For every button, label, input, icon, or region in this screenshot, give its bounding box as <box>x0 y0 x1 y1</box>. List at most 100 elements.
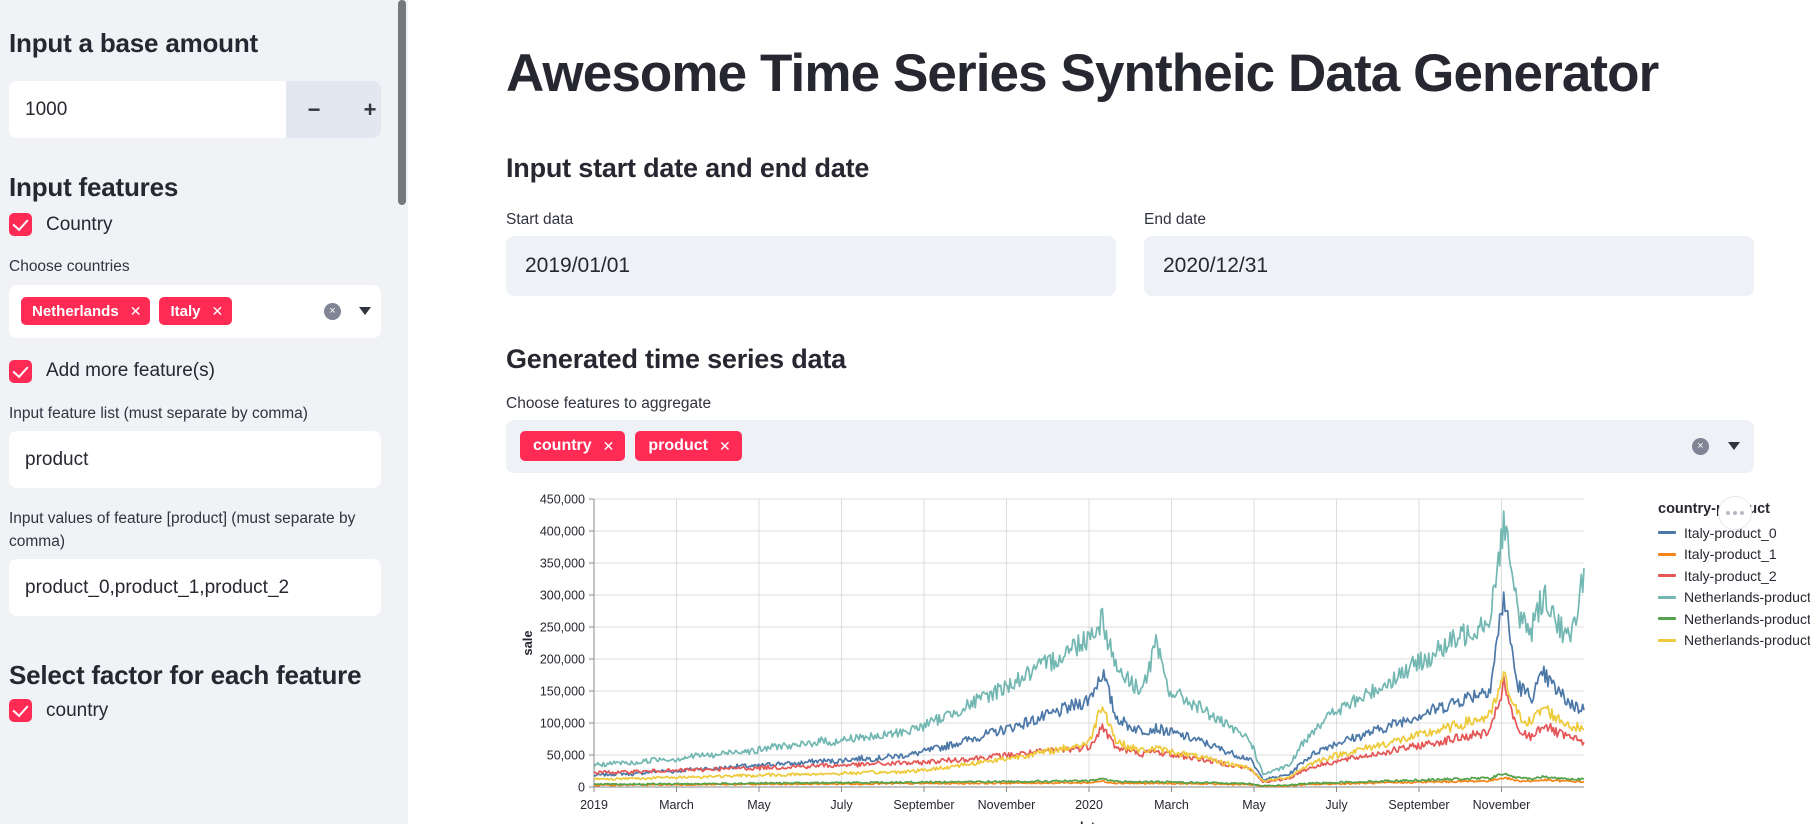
select-factor-heading: Select factor for each feature <box>9 660 362 691</box>
country-checkbox-label: Country <box>46 213 113 235</box>
start-date-label: Start data <box>506 211 574 229</box>
chip-label: Netherlands <box>32 302 119 320</box>
legend-items: Italy-product_0 Italy-product_1 Italy-prod… <box>1658 525 1810 648</box>
main-content: Awesome Time Series Syntheic Data Genera… <box>408 0 1810 824</box>
end-date-col: End date 2020/12/31 <box>1144 192 1754 297</box>
svg-text:250,000: 250,000 <box>540 620 585 634</box>
checkmark-icon <box>9 213 32 237</box>
chart-menu-button[interactable] <box>1718 495 1752 530</box>
chip-label: product <box>648 437 708 455</box>
sidebar-scrollbar[interactable] <box>398 0 406 205</box>
legend-item[interactable]: Italy-product_1 <box>1658 546 1810 562</box>
legend-label: Netherlands-product_1 <box>1684 610 1810 627</box>
aggregate-chip-country[interactable]: country ✕ <box>520 431 626 462</box>
svg-text:350,000: 350,000 <box>540 556 585 570</box>
chip-label: country <box>533 437 592 455</box>
date-inputs-row: Start data 2019/01/01 End date 2020/12/3… <box>506 192 1754 297</box>
svg-text:400,000: 400,000 <box>540 524 585 538</box>
svg-text:November: November <box>1473 798 1531 812</box>
legend-swatch-icon <box>1658 552 1676 556</box>
feature-values-input[interactable] <box>9 559 381 617</box>
input-features-heading: Input features <box>9 172 179 203</box>
app-root: Input a base amount − + Input features C… <box>0 0 1810 824</box>
country-chip-italy[interactable]: Italy ✕ <box>159 297 233 326</box>
legend-item[interactable]: Italy-product_2 <box>1658 568 1810 584</box>
choose-countries-caption: Choose countries <box>9 258 130 276</box>
start-date-col: Start data 2019/01/01 <box>506 192 1116 297</box>
chevron-down-icon[interactable] <box>1728 442 1740 451</box>
country-factor-label: country <box>46 699 109 721</box>
base-amount-input[interactable] <box>9 81 286 139</box>
remove-chip-icon[interactable]: ✕ <box>130 304 142 318</box>
svg-text:September: September <box>1388 798 1449 812</box>
aggregate-multiselect[interactable]: country ✕ product ✕ × <box>506 419 1754 473</box>
svg-text:September: September <box>893 798 954 812</box>
time-series-chart: 0 50,000 100,000 150,000 200,000 250,000 300,0… <box>506 491 1810 824</box>
feature-values-caption: Input values of feature [product] (must … <box>9 510 356 550</box>
dot-icon <box>1740 510 1744 515</box>
checkmark-icon <box>9 359 32 383</box>
end-date-input[interactable]: 2020/12/31 <box>1144 236 1754 297</box>
legend-label: Italy-product_2 <box>1684 567 1777 584</box>
svg-text:100,000: 100,000 <box>540 716 585 730</box>
legend-swatch-icon <box>1658 595 1676 599</box>
legend-label: Italy-product_1 <box>1684 546 1777 563</box>
countries-multiselect[interactable]: Netherlands ✕ Italy ✕ × <box>9 284 381 338</box>
legend-item[interactable]: Netherlands-product_1 <box>1658 611 1810 627</box>
svg-text:50,000: 50,000 <box>547 748 585 762</box>
sidebar: Input a base amount − + Input features C… <box>0 0 408 824</box>
aggregate-chip-product[interactable]: product ✕ <box>635 431 742 462</box>
svg-text:November: November <box>978 798 1036 812</box>
legend-swatch-icon <box>1658 617 1676 621</box>
base-amount-stepper[interactable]: − + <box>9 81 381 139</box>
svg-text:July: July <box>1325 798 1348 812</box>
svg-text:July: July <box>830 798 853 812</box>
svg-text:0: 0 <box>578 780 585 794</box>
decrement-button[interactable]: − <box>286 81 342 138</box>
aggregate-caption: Choose features to aggregate <box>506 394 712 412</box>
legend-item[interactable]: Netherlands-product_0 <box>1658 589 1810 605</box>
remove-chip-icon[interactable]: ✕ <box>603 439 615 453</box>
legend-item[interactable]: Netherlands-product_2 <box>1658 632 1810 648</box>
base-amount-heading: Input a base amount <box>9 28 259 58</box>
stepper-buttons: − + <box>286 81 381 139</box>
feature-list-caption: Input feature list (must separate by com… <box>9 404 308 422</box>
remove-chip-icon[interactable]: ✕ <box>719 439 731 453</box>
feature-list-input[interactable] <box>9 431 381 489</box>
country-factor-checkbox[interactable]: country <box>9 699 399 723</box>
svg-text:March: March <box>1154 798 1189 812</box>
increment-button[interactable]: + <box>342 81 381 138</box>
chip-label: Italy <box>170 302 201 320</box>
checkmark-icon <box>9 699 32 723</box>
svg-text:May: May <box>1242 798 1266 812</box>
end-date-label: End date <box>1144 211 1207 229</box>
country-checkbox[interactable]: Country <box>9 213 399 237</box>
legend-label: Netherlands-product_0 <box>1684 589 1810 606</box>
date-section-heading: Input start date and end date <box>506 152 870 183</box>
legend-swatch-icon <box>1658 638 1676 642</box>
legend-swatch-icon <box>1658 531 1676 535</box>
svg-text:date: date <box>1076 819 1103 824</box>
svg-text:May: May <box>747 798 771 812</box>
clear-all-icon[interactable]: × <box>324 302 341 320</box>
dot-icon <box>1733 510 1737 515</box>
add-more-features-checkbox[interactable]: Add more feature(s) <box>9 359 399 383</box>
svg-text:March: March <box>659 798 694 812</box>
dot-icon <box>1726 510 1730 515</box>
svg-text:2019: 2019 <box>580 798 608 812</box>
svg-text:150,000: 150,000 <box>540 684 585 698</box>
clear-all-icon[interactable]: × <box>1692 437 1709 455</box>
legend-swatch-icon <box>1658 574 1676 578</box>
svg-text:200,000: 200,000 <box>540 652 585 666</box>
svg-text:450,000: 450,000 <box>540 492 585 506</box>
page-title: Awesome Time Series Syntheic Data Genera… <box>506 44 1659 103</box>
chart-svg: 0 50,000 100,000 150,000 200,000 250,000 300,0… <box>520 492 1585 824</box>
add-more-features-label: Add more feature(s) <box>46 360 215 382</box>
legend-label: Netherlands-product_2 <box>1684 632 1810 649</box>
svg-text:sale: sale <box>520 630 535 655</box>
start-date-input[interactable]: 2019/01/01 <box>506 236 1116 297</box>
chevron-down-icon[interactable] <box>359 307 371 316</box>
remove-chip-icon[interactable]: ✕ <box>211 304 223 318</box>
country-chip-netherlands[interactable]: Netherlands ✕ <box>21 297 151 326</box>
svg-text:2020: 2020 <box>1075 798 1103 812</box>
